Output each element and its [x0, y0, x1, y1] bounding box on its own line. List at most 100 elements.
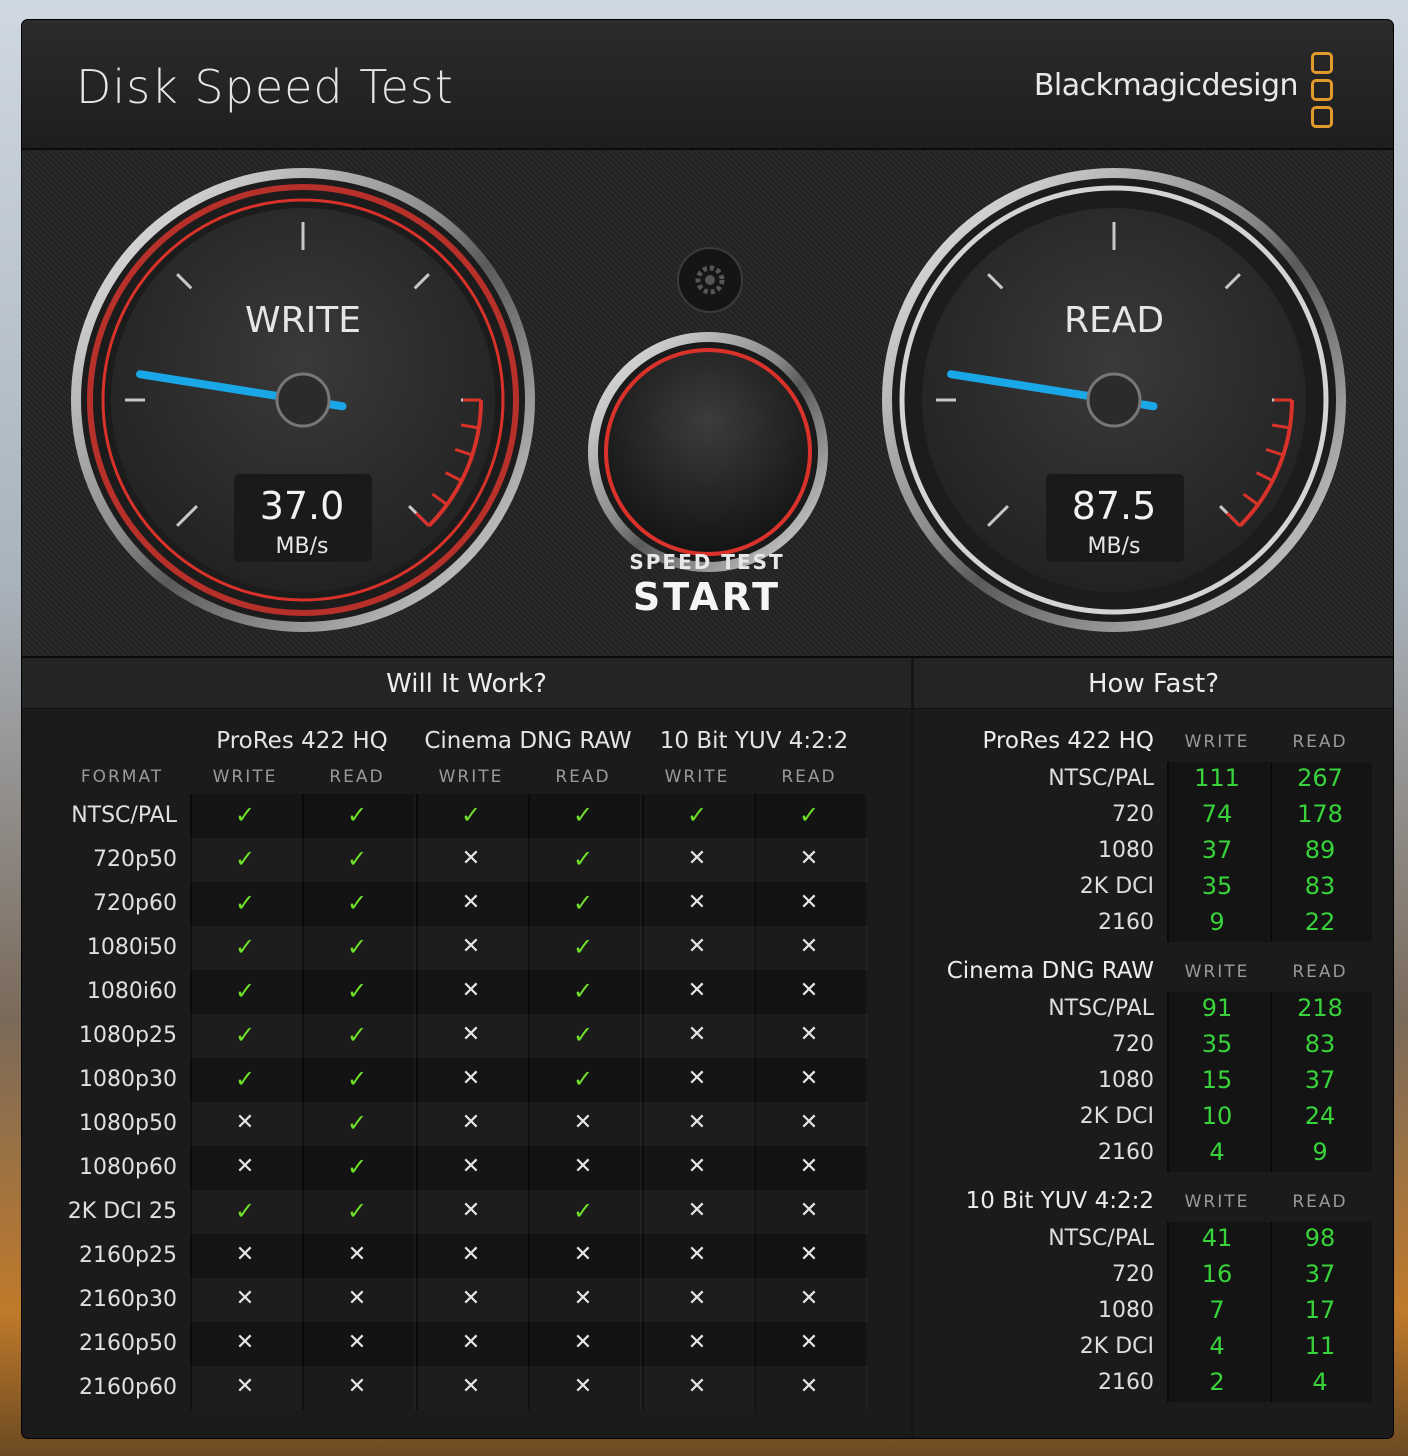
column-group-header: 10 Bit YUV 4:2:2	[659, 728, 849, 754]
cross-icon: ✕	[461, 1110, 481, 1135]
write-speed-cell: 10	[1201, 1102, 1233, 1130]
column-subheader-write: WRITE	[212, 767, 278, 787]
how-fast-row-label: 1080	[1098, 1068, 1154, 1093]
how-fast-row-label: 720	[1112, 1032, 1154, 1057]
read-speed-cell: 37	[1304, 1260, 1336, 1288]
how-fast-subheader-read: READ	[1292, 732, 1348, 752]
read-hub	[1086, 372, 1142, 428]
column-subheader-read: READ	[329, 767, 385, 787]
start-button-caption: SPEED TEST	[629, 550, 785, 574]
gear-icon[interactable]	[678, 378, 740, 440]
write-speed-cell: 111	[1194, 764, 1240, 792]
read-speed-cell: 267	[1297, 764, 1343, 792]
read-speed-cell: 37	[1304, 1066, 1336, 1094]
how-fast-subheader-read: READ	[1292, 1192, 1348, 1212]
check-icon: ✓	[234, 1197, 256, 1225]
how-fast-row-label: 2K DCI	[1079, 874, 1154, 899]
check-icon: ✓	[572, 889, 594, 917]
cross-icon: ✕	[461, 890, 481, 915]
write-speed-cell: 35	[1201, 872, 1233, 900]
format-label: 1080i50	[86, 935, 177, 960]
column-subheader-write: WRITE	[438, 767, 504, 787]
format-label: 2160p60	[79, 1375, 177, 1400]
format-label: 2160p30	[79, 1287, 177, 1312]
cross-icon: ✕	[461, 1374, 481, 1399]
write-gauge: WRITE	[71, 168, 535, 632]
check-icon: ✓	[346, 1153, 368, 1181]
cross-icon: ✕	[461, 1330, 481, 1355]
cross-icon: ✕	[235, 1110, 255, 1135]
cross-icon: ✕	[461, 1066, 481, 1091]
cross-icon: ✕	[461, 1198, 481, 1223]
check-icon: ✓	[234, 977, 256, 1005]
check-icon: ✓	[572, 801, 594, 829]
cross-icon: ✕	[347, 1330, 367, 1355]
cross-icon: ✕	[347, 1374, 367, 1399]
how-fast-row-label: NTSC/PAL	[1048, 1226, 1154, 1251]
start-button-label: START	[632, 575, 782, 619]
write-speed-cell: 37	[1201, 836, 1233, 864]
read-speed-unit: MB/s	[1087, 534, 1141, 559]
cross-icon: ✕	[799, 846, 819, 871]
read-speed-cell: 4	[1312, 1368, 1328, 1396]
check-icon: ✓	[572, 933, 594, 961]
cross-icon: ✕	[461, 978, 481, 1003]
cross-icon: ✕	[799, 1198, 819, 1223]
read-speed-cell: 11	[1304, 1332, 1336, 1360]
write-speed-cell: 2	[1209, 1368, 1225, 1396]
brand-name: Blackmagicdesign	[1033, 68, 1299, 103]
check-icon: ✓	[346, 933, 368, 961]
check-icon: ✓	[234, 933, 256, 961]
read-speed-cell: 83	[1304, 872, 1336, 900]
check-icon: ✓	[346, 1021, 368, 1049]
cross-icon: ✕	[347, 1242, 367, 1267]
format-label: 2160p25	[79, 1243, 177, 1268]
read-speed-cell: 22	[1304, 908, 1336, 936]
write-speed-cell: 4	[1209, 1138, 1225, 1166]
app-window: ✕ Disk Speed Test Blackmagicdesign	[22, 20, 1393, 1438]
gauge-panel: WRITE READ 37.0 MB/s 87.5 MB/s SPEED TES…	[22, 150, 1393, 658]
read-speed-cell: 17	[1304, 1296, 1336, 1324]
write-speed-value: 37.0	[259, 484, 345, 528]
cross-icon: ✕	[573, 1330, 593, 1355]
cross-icon: ✕	[461, 1154, 481, 1179]
read-gauge-label: READ	[1064, 300, 1164, 341]
format-label: 720p60	[93, 891, 177, 916]
write-speed-cell: 35	[1201, 1030, 1233, 1058]
cross-icon: ✕	[799, 934, 819, 959]
cross-icon: ✕	[799, 890, 819, 915]
cross-icon: ✕	[573, 1154, 593, 1179]
format-column-header: FORMAT	[80, 767, 164, 787]
check-icon: ✓	[346, 977, 368, 1005]
read-speed-cell: 9	[1312, 1138, 1328, 1166]
how-fast-row-label: NTSC/PAL	[1048, 766, 1154, 791]
how-fast-subheader-read: READ	[1292, 962, 1348, 982]
check-icon: ✓	[460, 801, 482, 829]
check-icon: ✓	[346, 801, 368, 829]
check-icon: ✓	[572, 1065, 594, 1093]
column-subheader-read: READ	[781, 767, 837, 787]
format-label: 1080p60	[79, 1155, 177, 1180]
cross-icon: ✕	[347, 1286, 367, 1311]
cross-icon: ✕	[235, 1286, 255, 1311]
write-speed-cell: 16	[1201, 1260, 1233, 1288]
cross-icon: ✕	[461, 1242, 481, 1267]
cross-icon: ✕	[687, 1066, 707, 1091]
write-speed-cell: 4	[1209, 1332, 1225, 1360]
will-it-work-panel: Will It Work? ProRes 422 HQ WRITE READ Cine…	[22, 658, 911, 1438]
how-fast-row-label: 2160	[1098, 910, 1154, 935]
write-speed-unit: MB/s	[275, 534, 329, 559]
check-icon: ✓	[234, 1021, 256, 1049]
cross-icon: ✕	[687, 978, 707, 1003]
how-fast-row-label: 1080	[1098, 838, 1154, 863]
check-icon: ✓	[572, 1197, 594, 1225]
how-fast-row-label: 2160	[1098, 1370, 1154, 1395]
check-icon: ✓	[346, 1197, 368, 1225]
cross-icon: ✕	[687, 1374, 707, 1399]
read-speed-cell: 218	[1297, 994, 1343, 1022]
cross-icon: ✕	[687, 1110, 707, 1135]
read-gauge: READ	[882, 168, 1346, 632]
read-speed-cell: 89	[1304, 836, 1336, 864]
cross-icon: ✕	[573, 1374, 593, 1399]
how-fast-section-title: 10 Bit YUV 4:2:2	[965, 1188, 1154, 1214]
